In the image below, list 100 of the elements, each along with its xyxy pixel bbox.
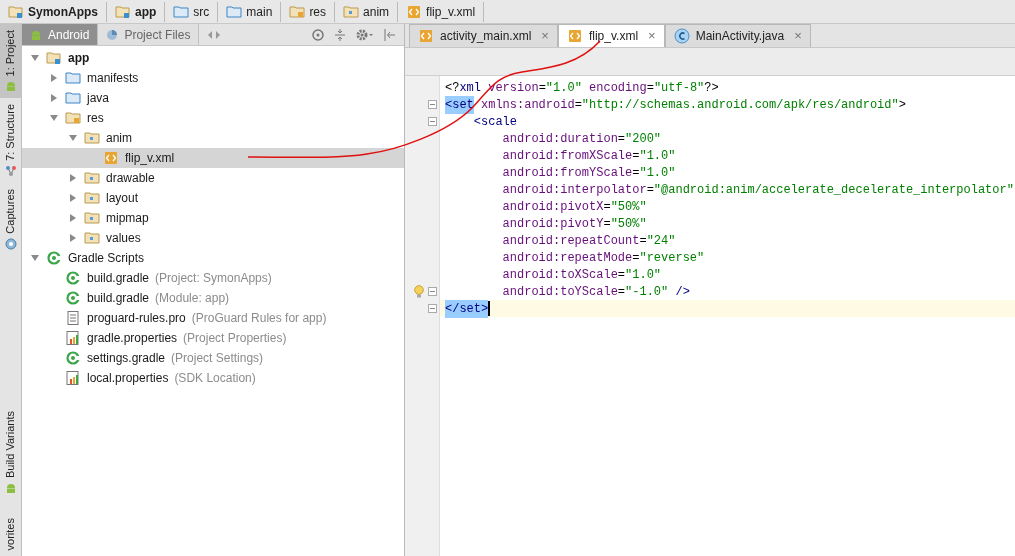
tree-item[interactable]: proguard-rules.pro (ProGuard Rules for app) [22,308,404,328]
target-icon[interactable] [312,28,324,41]
breadcrumb-label: res [309,3,327,21]
tree-item-label: settings.gradle [87,350,166,367]
android-icon [4,481,17,494]
tree-item[interactable]: local.properties (SDK Location) [22,368,404,388]
lightbulb-icon[interactable] [414,284,424,299]
folder-icon [65,91,81,105]
tree-item[interactable]: settings.gradle (Project Settings) [22,348,404,368]
code-line: <set xmlns:android="http://schemas.android.com/apk/res/android"> [444,96,907,113]
tool-window-label: vorites [3,517,18,550]
tree-item-label: java [87,90,109,107]
folder-icon [343,4,360,19]
code-line: android:repeatCount="24" [501,232,677,249]
tree-item-label: proguard-rules.pro [87,310,186,327]
tool-window-tab[interactable]: Captures [0,183,21,256]
tree-item-hint: (Module: app) [155,290,230,307]
tree-item[interactable]: gradle.properties (Project Properties) [22,328,404,348]
editor-tab[interactable]: activity_main.xml × [409,24,558,47]
text-cursor [488,301,491,316]
tree-item-label: values [106,230,141,247]
tree-item[interactable]: anim [22,128,404,148]
code-line: android:fromYScale="1.0" [501,164,677,181]
tree-item-hint: (SDK Location) [174,370,256,387]
tree-item-label: build.gradle [87,270,150,287]
breadcrumb-label: SymonApps [28,3,98,21]
breadcrumb[interactable]: SymonApps [4,1,107,22]
code-line: android:toYScale="-1.0" /> [501,283,691,300]
tree-item[interactable]: build.gradle (Module: app) [22,288,404,308]
tree-item-label: manifests [87,70,139,87]
breadcrumb-label: flip_v.xml [426,3,476,21]
resource-folder-icon [65,111,81,125]
tree-item-hint: (Project Properties) [183,330,287,347]
tree-item-hint: (Project: SymonApps) [155,270,272,287]
tree-item[interactable]: res [22,108,404,128]
tool-window-tab[interactable]: 1: Project [0,24,21,99]
tree-item[interactable]: build.gradle (Project: SymonApps) [22,268,404,288]
tree-item[interactable]: mipmap [22,208,404,228]
tree-item[interactable]: app [22,48,404,68]
folder-icon [226,4,243,19]
xml-file-icon [418,29,434,43]
code-line: android:duration="200" [501,130,663,147]
tool-window-tab[interactable]: 7: Structure [0,98,21,184]
xml-file-icon [103,151,119,165]
xml-file-icon [406,4,423,19]
tree-item[interactable]: Gradle Scripts [22,248,404,268]
tree-item-label: gradle.properties [87,330,178,347]
settings-icon[interactable] [356,28,374,41]
tree-item[interactable]: drawable [22,168,404,188]
tool-window-tab[interactable]: vorites [0,511,21,556]
close-tab-button[interactable]: × [648,26,656,46]
breadcrumb[interactable]: anim [339,1,399,22]
breadcrumb[interactable]: flip_v.xml [402,1,485,22]
tree-item[interactable]: layout [22,188,404,208]
tree-item[interactable]: flip_v.xml [22,148,404,168]
code-line: android:pivotY="50%" [501,215,648,232]
fold-marker-icon[interactable] [428,287,437,296]
tool-window-label: 1: Project [3,30,18,77]
tree-item[interactable]: manifests [22,68,404,88]
tree-item-label: Gradle Scripts [68,250,145,267]
breadcrumb-label: app [135,3,157,21]
fold-marker-icon[interactable] [428,100,437,109]
properties-file-icon [65,331,81,345]
tree-item[interactable]: values [22,228,404,248]
tree-item-hint: (ProGuard Rules for app) [191,310,327,327]
class-icon [673,28,690,44]
tree-item-label: build.gradle [87,290,150,307]
breadcrumb[interactable]: res [285,1,336,22]
tree-item[interactable]: java [22,88,404,108]
text-file-icon [65,311,81,325]
tool-window-label: Captures [3,189,18,234]
gradle-icon [65,351,81,365]
tool-window-label: Build Variants [3,410,18,478]
folder-icon [173,4,190,19]
editor-tab[interactable]: flip_v.xml × [557,24,665,47]
code-line: android:toXScale="1.0" [501,266,663,283]
breadcrumb[interactable]: main [222,1,282,22]
view-tab[interactable]: Project Files [98,24,200,45]
expanded-arrow-icon[interactable] [30,53,40,63]
module-folder-icon [46,51,62,65]
editor-tab-label: flip_v.xml [588,28,639,45]
fold-marker-icon[interactable] [428,117,437,126]
tree-item-label: app [68,50,90,67]
tool-window-label: 7: Structure [3,104,18,162]
tree-item-label: mipmap [106,210,149,227]
tool-window-tab[interactable]: Build Variants [0,404,21,500]
switch-arrows-icon[interactable] [207,29,222,40]
collapse-icon[interactable] [334,28,346,41]
breadcrumb-label: main [246,3,273,21]
android-icon [30,28,42,41]
breadcrumb[interactable]: src [169,1,219,22]
expanded-arrow-icon[interactable] [30,253,40,263]
structure-icon [4,165,17,178]
hide-panel-icon[interactable] [384,28,396,41]
xml-file-icon [566,29,583,43]
tree-item-hint: (Project Settings) [171,350,264,367]
fold-marker-icon[interactable] [428,304,437,313]
editor-tab[interactable]: MainActivity.java × [664,24,811,47]
breadcrumb[interactable]: app [111,1,166,22]
module-folder-icon [8,4,24,19]
